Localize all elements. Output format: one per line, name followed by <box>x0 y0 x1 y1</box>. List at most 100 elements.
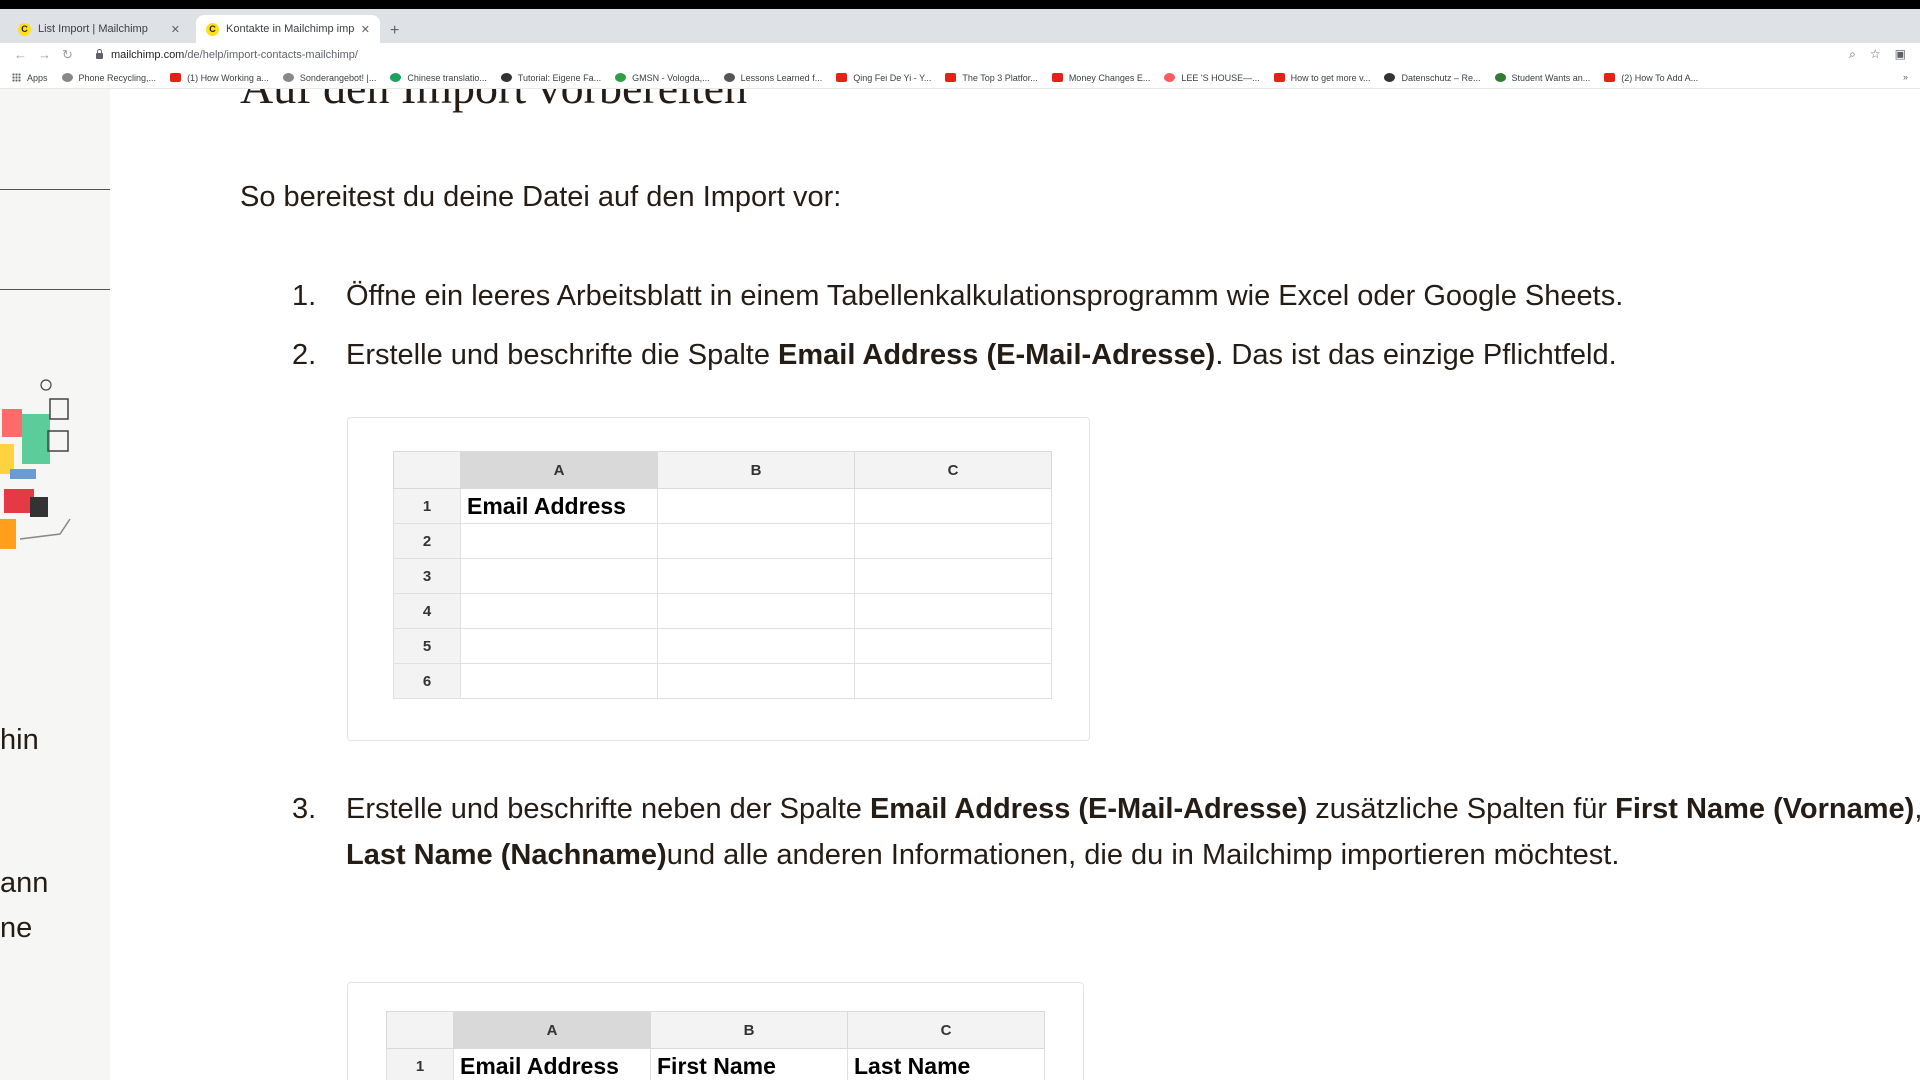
spreadsheet-table: A B C 1 Email Address 2 3 4 5 6 <box>393 451 1052 699</box>
table-row: 1 Email Address First Name Last Name <box>386 1048 1045 1080</box>
sheet-cell: Email Address <box>453 1048 651 1080</box>
sheet-cell <box>460 593 658 629</box>
column-header: B <box>657 451 855 489</box>
step-text-part: Erstelle und beschrifte neben der Spalte <box>346 793 870 825</box>
row-number: 3 <box>393 558 461 594</box>
sidebar-text-fragment: ne <box>0 912 33 944</box>
sidebar-divider <box>0 189 110 190</box>
row-number: 1 <box>393 488 461 524</box>
star-icon[interactable]: ☆ <box>1870 47 1881 62</box>
bookmark-item[interactable]: Apps <box>12 73 48 83</box>
youtube-icon <box>170 73 182 82</box>
reload-icon[interactable]: ↻ <box>62 47 73 63</box>
step-text: Öffne ein leeres Arbeitsblatt in einem T… <box>346 273 1906 319</box>
step-text: Erstelle und beschrifte die Spalte Email… <box>346 332 1906 378</box>
bookmark-item[interactable]: Datenschutz – Re... <box>1384 72 1481 83</box>
step-number: 3. <box>292 793 317 825</box>
bookmark-item[interactable]: Chinese translatio... <box>390 73 487 83</box>
tab-kontakte-importieren[interactable]: C Kontakte in Mailchimp importi... ✕ <box>196 15 380 43</box>
bookmark-label: The Top 3 Platfor... <box>962 72 1038 83</box>
spreadsheet-table: A B C 1 Email Address First Name Last Name <box>386 1011 1045 1080</box>
bookmark-item[interactable]: Lessons Learned f... <box>723 72 823 83</box>
sheet-cell: First Name <box>650 1048 848 1080</box>
bookmark-item[interactable]: Qing Fei De Yi - Y... <box>836 73 931 83</box>
sheet-cell <box>657 523 855 559</box>
sheet-cell: Email Address <box>460 488 658 524</box>
bookmark-item[interactable]: (1) How Working a... <box>170 73 269 83</box>
youtube-icon <box>945 73 957 82</box>
bold-term: Last Name (Nachname) <box>346 839 667 871</box>
sidebar: hin ann ne <box>0 89 110 1080</box>
bookmarks-bar: Apps Phone Recycling,... (1) How Working a… <box>0 67 1920 89</box>
bookmark-item[interactable]: Phone Recycling,... <box>61 72 157 83</box>
youtube-icon <box>1604 73 1616 82</box>
mailchimp-icon: C <box>206 22 219 36</box>
bookmark-label: Lessons Learned f... <box>740 72 823 83</box>
hash-icon <box>500 73 512 82</box>
url-field[interactable]: mailchimp.com/de/help/import-contacts-ma… <box>96 49 358 61</box>
tab-list-import[interactable]: C List Import | Mailchimp ✕ <box>8 15 190 43</box>
lock-icon <box>96 49 103 59</box>
sheet-cell <box>657 558 855 594</box>
row-number: 2 <box>393 523 461 559</box>
sheet-cell <box>854 558 1052 594</box>
sidebar-text-fragment: hin <box>0 724 39 756</box>
step-text-part: und alle anderen Informationen, die du i… <box>666 839 1620 871</box>
zoom-icon[interactable]: ⌕ <box>1849 47 1856 62</box>
bookmark-item[interactable]: Sonderangebot! |... <box>282 73 376 83</box>
back-icon[interactable]: ← <box>14 47 27 62</box>
bold-term: First Name (Vorname) <box>1615 793 1915 825</box>
section-heading: Auf den Import vorbereiten <box>240 89 747 114</box>
site-icon <box>282 73 294 82</box>
sidebar-divider <box>0 289 110 290</box>
table-row: 6 <box>393 663 1052 699</box>
illustration-image <box>0 379 71 549</box>
step-number: 2. <box>292 339 317 371</box>
search-icon <box>61 73 73 82</box>
column-header: C <box>854 451 1052 489</box>
step-text: Erstelle und beschrifte neben der Spalte… <box>346 786 1920 878</box>
close-icon[interactable]: ✕ <box>171 23 180 36</box>
bookmark-label: Phone Recycling,... <box>78 72 157 83</box>
sheet-cell <box>460 628 658 664</box>
sheet-cell: Last Name <box>847 1048 1045 1080</box>
site-icon <box>723 73 735 82</box>
site-icon <box>1494 73 1506 82</box>
spreadsheet-example-1: A B C 1 Email Address 2 3 4 5 6 <box>347 417 1090 741</box>
bookmark-item[interactable]: How to get more v... <box>1273 73 1370 83</box>
bookmark-item[interactable]: Student Wants an... <box>1494 72 1591 83</box>
bookmark-item[interactable]: LEE 'S HOUSE—... <box>1164 73 1260 83</box>
bookmark-item[interactable]: The Top 3 Platfor... <box>945 72 1038 83</box>
column-header: C <box>847 1011 1045 1049</box>
bookmarks-overflow-icon[interactable]: » <box>1903 72 1908 82</box>
bookmark-label: (2) How To Add A... <box>1621 72 1699 83</box>
bookmark-item[interactable]: (2) How To Add A... <box>1604 73 1698 83</box>
bold-term: Email Address (E-Mail-Adresse) <box>869 793 1308 825</box>
bookmark-label: Student Wants an... <box>1511 72 1591 83</box>
spreadsheet-example-2: A B C 1 Email Address First Name Last Name <box>347 982 1084 1080</box>
bookmark-item[interactable]: Tutorial: Eigene Fa... <box>500 73 601 83</box>
site-icon <box>1384 73 1396 82</box>
extension-icon[interactable]: ▣ <box>1895 47 1906 62</box>
sheet-cell <box>854 523 1052 559</box>
bookmark-item[interactable]: GMSN - Vologda,... <box>615 73 710 83</box>
sheet-corner <box>386 1011 454 1049</box>
url-host: mailchimp.com <box>111 49 185 61</box>
forward-icon[interactable]: → <box>38 47 51 62</box>
site-icon <box>615 73 627 82</box>
bookmark-item[interactable]: Money Changes E... <box>1051 73 1150 83</box>
sheet-cell <box>657 593 855 629</box>
bookmark-label: Chinese translatio... <box>407 72 487 83</box>
bookmark-label: Qing Fei De Yi - Y... <box>853 72 932 83</box>
youtube-icon <box>1051 73 1063 82</box>
sheet-cell <box>854 663 1052 699</box>
sheet-cell <box>657 663 855 699</box>
sheet-cell <box>460 558 658 594</box>
close-icon[interactable]: ✕ <box>361 23 370 36</box>
new-tab-button[interactable]: + <box>390 22 399 40</box>
step-text-part: Öffne ein leeres Arbeitsblatt in einem T… <box>346 280 1624 312</box>
url-path: /de/help/import-contacts-mailchimp/ <box>184 49 358 61</box>
step-text-part: , <box>1914 793 1920 825</box>
bookmark-label: Datenschutz – Re... <box>1401 72 1481 83</box>
tab-title: Kontakte in Mailchimp importi... <box>226 23 355 35</box>
